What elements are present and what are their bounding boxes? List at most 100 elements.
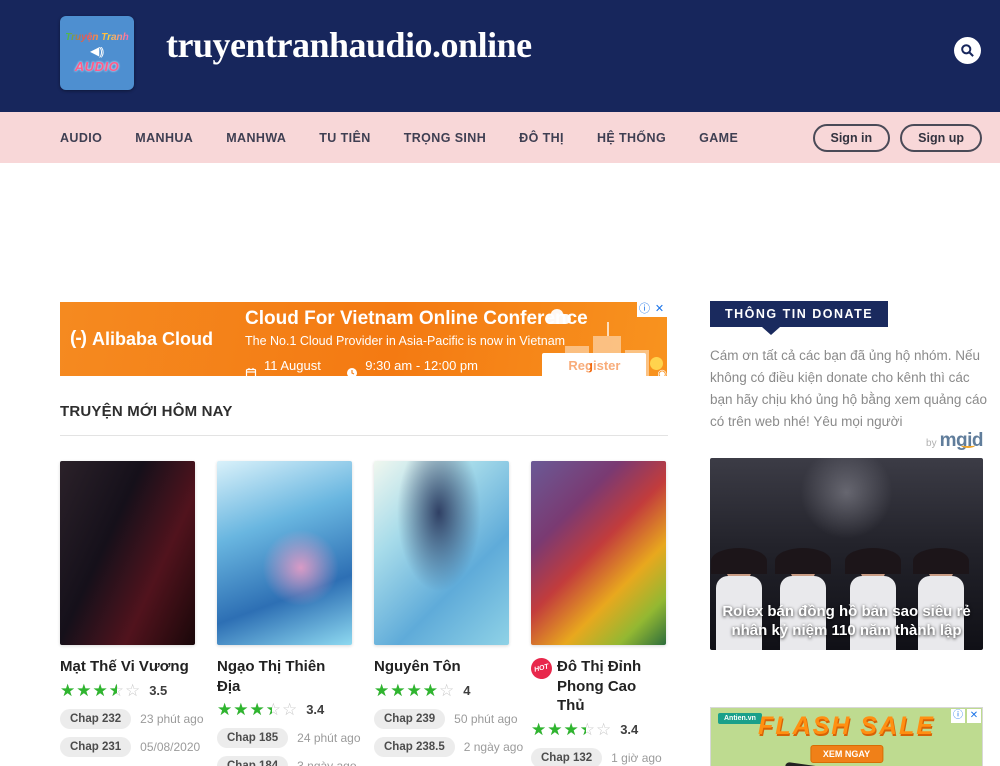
- comic-title-row: Mạt Thế Vi Vương: [60, 657, 195, 677]
- main-nav: AUDIO MANHUA MANHWA TU TIÊN TRỌNG SINH ĐÔ THỊ…: [0, 112, 1000, 163]
- nav-item-tu-ti-n[interactable]: TU TIÊN: [319, 131, 370, 145]
- ad-title: Cloud For Vietnam Online Conference: [245, 308, 588, 330]
- chapter-row: Chap 1843 ngày ago: [217, 756, 352, 766]
- flash-sale-title: FLASH SALE: [711, 712, 982, 741]
- mgid-by-label: by: [926, 438, 937, 449]
- site-logo[interactable]: Truyện Tranh ▶)) AUDIO: [60, 16, 134, 90]
- nav-item-game[interactable]: GAME: [699, 131, 738, 145]
- rating-stars-icon: ☆☆☆☆☆★★★★★: [217, 701, 298, 718]
- chapter-chip[interactable]: Chap 238.5: [374, 737, 455, 757]
- comic-cover-image[interactable]: [217, 461, 352, 645]
- alibaba-brand-name: Alibaba Cloud: [92, 329, 213, 350]
- rating-stars-fill: ★★★★★: [531, 721, 586, 738]
- ad-date: 11 August 2020: [264, 358, 339, 376]
- comic-card: Mạt Thế Vi Vương ☆☆☆☆☆★★★★★ 3.5 Chap 232…: [60, 461, 195, 766]
- star-rating: ☆☆☆☆☆★★★★★ 3.4: [217, 701, 352, 718]
- chapter-row: Chap 18524 phút ago: [217, 728, 352, 748]
- chapter-chip[interactable]: Chap 232: [60, 709, 131, 729]
- building-illustration: [625, 350, 649, 376]
- comic-title-row: HOT Đô Thị Đỉnh Phong Cao Thủ: [531, 657, 666, 716]
- comic-title[interactable]: Nguyên Tôn: [374, 657, 461, 677]
- nav-item--th-[interactable]: ĐÔ THỊ: [519, 131, 564, 145]
- xem-ngay-button[interactable]: XEM NGAY: [810, 745, 883, 763]
- sponsored-photo-ad[interactable]: Rolex bán đồng hồ bản sao siêu rẻ nhân k…: [710, 458, 983, 650]
- chapter-chip[interactable]: Chap 239: [374, 709, 445, 729]
- page: Truyện Tranh ▶)) AUDIO truyentranhaudio.…: [0, 0, 1000, 766]
- clock-icon: [346, 367, 358, 376]
- ad-choice-controls: ⓘ ✕: [637, 302, 667, 317]
- chapter-time: 24 phút ago: [297, 731, 360, 745]
- sign-in-button[interactable]: Sign in: [813, 124, 891, 152]
- search-button[interactable]: [954, 37, 981, 64]
- comic-cover-image[interactable]: [531, 461, 666, 645]
- star-rating: ☆☆☆☆☆★★★★★ 3.4: [531, 721, 666, 738]
- rating-stars-icon: ☆☆☆☆☆★★★★★: [531, 721, 612, 738]
- logo-text-top: Truyện Tranh: [65, 32, 129, 43]
- star-rating: ☆☆☆☆☆★★★★★ 4: [374, 682, 509, 699]
- flag-illustration: [607, 322, 609, 336]
- ad-subtitle: The No.1 Cloud Provider in Asia-Pacific …: [245, 334, 565, 348]
- chapter-time: 1 giờ ago: [611, 751, 662, 765]
- nav-menu: AUDIO MANHUA MANHWA TU TIÊN TRỌNG SINH ĐÔ THỊ…: [60, 131, 738, 145]
- ad-close-icon[interactable]: ✕: [967, 709, 981, 723]
- building-illustration: [593, 336, 621, 376]
- mgid-logo: mgid: [940, 430, 983, 453]
- nav-item-manhua[interactable]: MANHUA: [135, 131, 193, 145]
- calendar-icon: [245, 367, 257, 376]
- chapter-chip[interactable]: Chap 132: [531, 748, 602, 766]
- comic-card: Ngạo Thị Thiên Địa ☆☆☆☆☆★★★★★ 3.4 Chap 1…: [217, 461, 352, 766]
- chapter-row: Chap 23950 phút ago: [374, 709, 509, 729]
- chapter-chip[interactable]: Chap 185: [217, 728, 288, 748]
- auth-buttons: Sign in Sign up: [813, 112, 983, 163]
- alibaba-logo-icon: (-): [70, 328, 86, 350]
- rating-value: 3.5: [149, 683, 167, 698]
- chapter-time: 50 phút ago: [454, 712, 517, 726]
- chapter-list: Chap 1321 giờ agoChap 13105/08/2020: [531, 748, 666, 766]
- alibaba-ad-banner[interactable]: (-) Alibaba Cloud Cloud For Vietnam Onli…: [60, 302, 667, 376]
- comic-title[interactable]: Đô Thị Đỉnh Phong Cao Thủ: [557, 657, 666, 716]
- chapter-list: Chap 23223 phút agoChap 23105/08/2020: [60, 709, 195, 765]
- comic-cover-image[interactable]: [60, 461, 195, 645]
- comic-cover-image[interactable]: [374, 461, 509, 645]
- site-title[interactable]: truyentranhaudio.online: [166, 24, 532, 66]
- rating-value: 3.4: [306, 702, 324, 717]
- chapter-time: 23 phút ago: [140, 712, 203, 726]
- nav-item-h-th-ng[interactable]: HỆ THỐNG: [597, 131, 666, 145]
- sponsored-ad-caption[interactable]: Rolex bán đồng hồ bản sao siêu rẻ nhân k…: [716, 602, 977, 640]
- building-illustration: [565, 346, 589, 376]
- chapter-chip[interactable]: Chap 184: [217, 756, 288, 766]
- chapter-row: Chap 132 1 giờ ago: [531, 748, 666, 766]
- star-rating: ☆☆☆☆☆★★★★★ 3.5: [60, 682, 195, 699]
- hot-badge: HOT: [529, 656, 554, 681]
- comic-title-row: Ngạo Thị Thiên Địa: [217, 657, 352, 696]
- comic-title[interactable]: Mạt Thế Vi Vương: [60, 657, 189, 677]
- comic-title[interactable]: Ngạo Thị Thiên Địa: [217, 657, 352, 696]
- comics-grid: Mạt Thế Vi Vương ☆☆☆☆☆★★★★★ 3.5 Chap 232…: [60, 461, 668, 766]
- nav-item-audio[interactable]: AUDIO: [60, 131, 102, 145]
- flash-sale-ad[interactable]: Antien.vn FLASH SALE XEM NGAY ⓘ ✕: [710, 707, 983, 766]
- chapter-row: Chap 23223 phút ago: [60, 709, 195, 729]
- header: Truyện Tranh ▶)) AUDIO truyentranhaudio.…: [0, 0, 1000, 112]
- donate-text: Cám ơn tất cả các bạn đã ủng hộ nhóm. Nế…: [710, 345, 988, 432]
- logo-text-audio: AUDIO: [75, 59, 119, 74]
- ad-choice-controls: ⓘ ✕: [951, 709, 981, 723]
- section-title: TRUYỆN MỚI HÔM NAY: [60, 403, 233, 420]
- chapter-chip[interactable]: Chap 231: [60, 737, 131, 757]
- chapter-row: Chap 238.52 ngày ago: [374, 737, 509, 757]
- ad-info-icon[interactable]: ⓘ: [951, 709, 965, 723]
- rating-stars-icon: ☆☆☆☆☆★★★★★: [60, 682, 141, 699]
- chapter-list: Chap 23950 phút ago Chap 238.52 ngày ago: [374, 709, 509, 765]
- sign-up-button[interactable]: Sign up: [900, 124, 982, 152]
- nav-item-manhwa[interactable]: MANHWA: [226, 131, 286, 145]
- mgid-attribution[interactable]: bymgid: [710, 430, 983, 452]
- rating-stars-fill: ★★★★★: [374, 682, 439, 699]
- nav-item-tr-ng-sinh[interactable]: TRỌNG SINH: [404, 131, 486, 145]
- chapter-time: 2 ngày ago: [464, 740, 523, 754]
- ad-time: 9:30 am - 12:00 pm UTC+07:00: [365, 358, 519, 376]
- section-header: TRUYỆN MỚI HÔM NAY: [60, 403, 668, 436]
- ad-close-icon[interactable]: ✕: [652, 302, 667, 317]
- comic-card: Nguyên Tôn ☆☆☆☆☆★★★★★ 4 Chap 23950 phút …: [374, 461, 509, 766]
- ad-info-icon[interactable]: ⓘ: [637, 302, 652, 317]
- cloud-illustration: [545, 314, 571, 324]
- chapter-time: 3 ngày ago: [297, 759, 356, 766]
